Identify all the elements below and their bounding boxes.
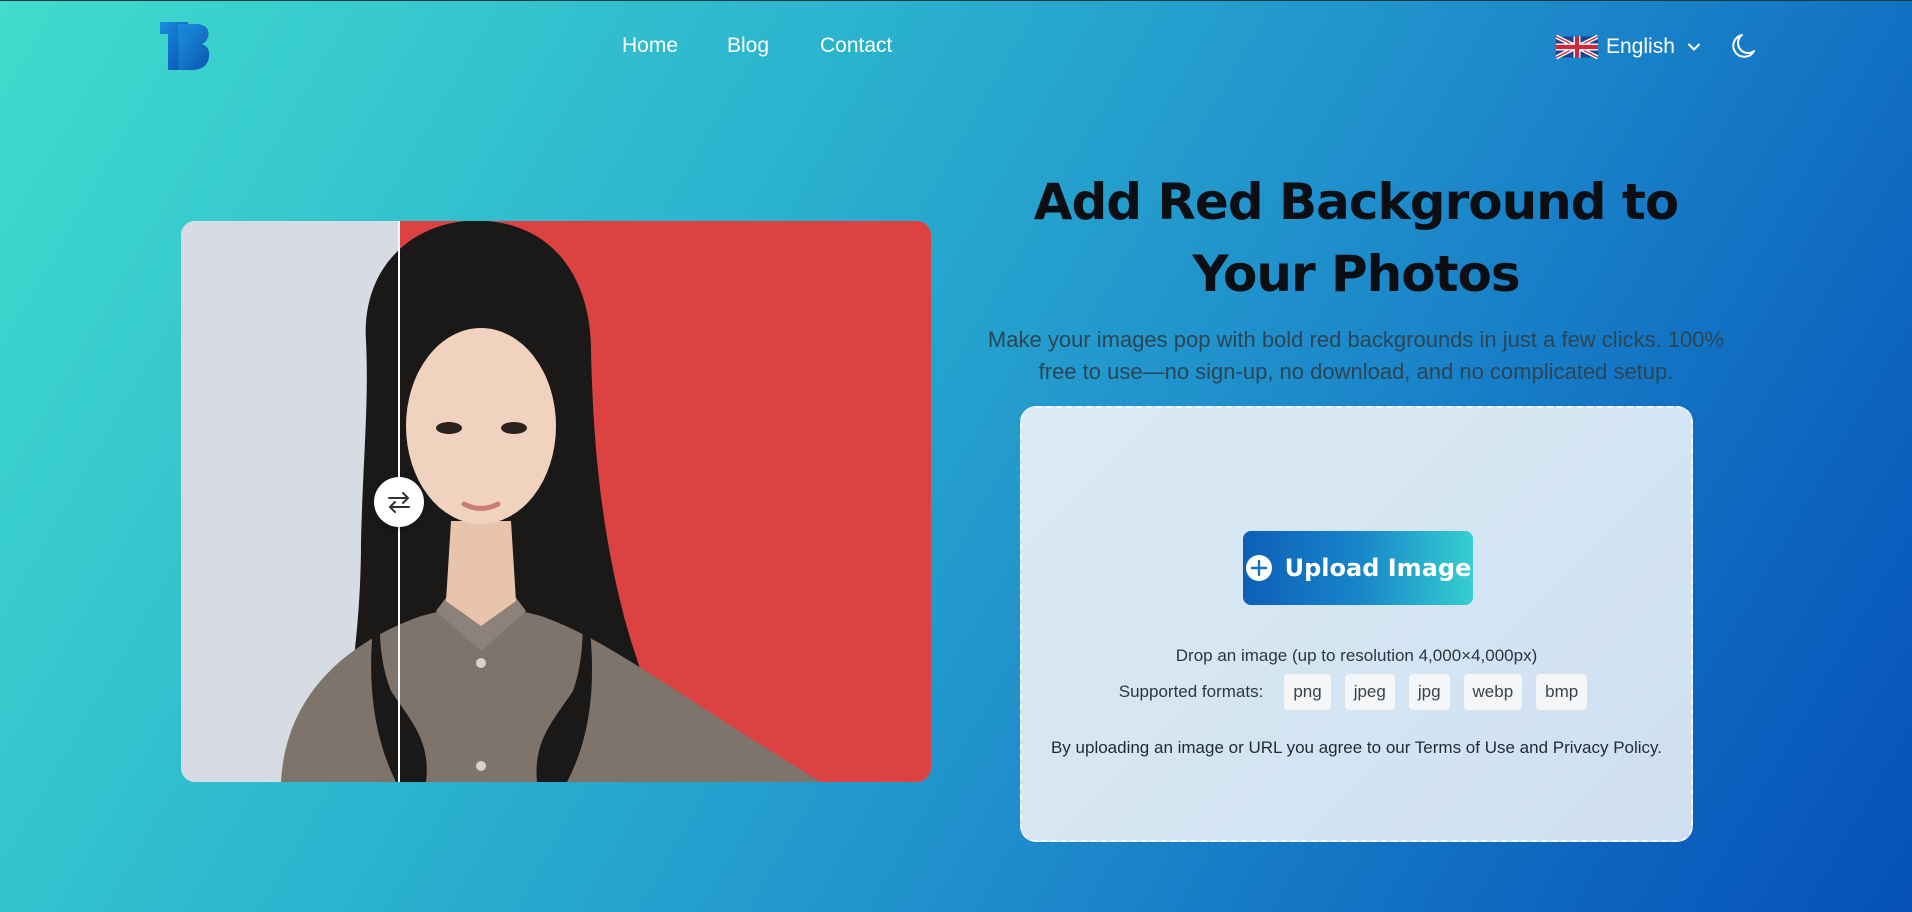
format-chip-bmp: bmp <box>1536 674 1588 710</box>
language-label: English <box>1606 35 1675 58</box>
format-chip-jpeg: jpeg <box>1344 674 1395 710</box>
moon-icon[interactable] <box>1730 32 1758 60</box>
nav-home-link[interactable]: Home <box>622 34 678 58</box>
upload-button-label: Upload Image <box>1284 554 1472 582</box>
swap-arrows-icon <box>388 492 410 513</box>
chevron-down-icon <box>1687 43 1700 51</box>
page-subtitle: Make your images pop with bold red backg… <box>987 327 1725 384</box>
upload-dropzone[interactable]: Upload Image Drop an image (up to resolu… <box>1020 406 1693 842</box>
uk-flag-icon <box>1556 35 1598 59</box>
top-border <box>0 0 1912 1</box>
supported-formats: Supported formats: png jpeg jpg webp bmp <box>1022 674 1691 710</box>
nav-contact-link[interactable]: Contact <box>820 34 892 58</box>
plus-circle-icon <box>1245 555 1272 581</box>
before-after-comparison <box>181 221 931 782</box>
drop-instructions: Drop an image (up to resolution 4,000×4,… <box>1175 646 1538 665</box>
format-chip-png: png <box>1284 674 1331 710</box>
page-title: Add Red Background to Your Photos <box>1033 173 1679 303</box>
formats-label: Supported formats: <box>1118 682 1264 701</box>
terms-notice: By uploading an image or URL you agree t… <box>1050 738 1663 757</box>
comparison-slider-handle[interactable] <box>374 477 424 527</box>
nav-blog-link[interactable]: Blog <box>727 34 769 58</box>
upload-image-button[interactable]: Upload Image <box>1243 531 1473 605</box>
format-chip-webp: webp <box>1463 674 1523 710</box>
language-selector[interactable]: English <box>1556 34 1701 60</box>
format-chip-jpg: jpg <box>1408 674 1450 710</box>
portrait-photo <box>281 221 821 782</box>
